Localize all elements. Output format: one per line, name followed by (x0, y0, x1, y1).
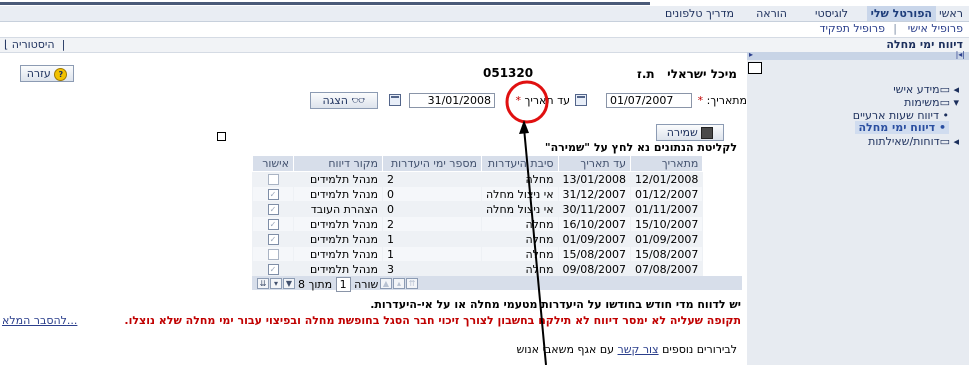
highlight-circle (505, 80, 549, 124)
pointer-arrow-shaft (523, 127, 547, 365)
annotation-overlay (505, 80, 549, 365)
